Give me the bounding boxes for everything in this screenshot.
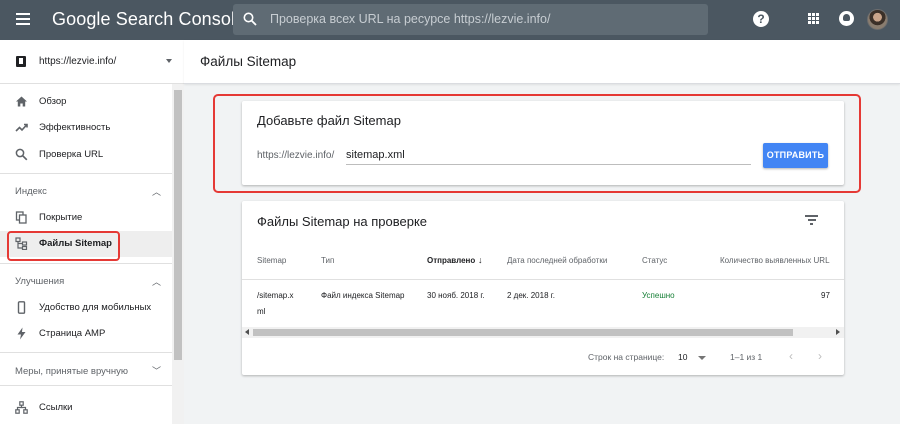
cell-discovered-urls: 97 xyxy=(821,291,830,300)
dropdown-caret-icon[interactable] xyxy=(698,356,706,360)
submitted-sitemaps-card: Файлы Sitemap на проверке Sitemap Тип От… xyxy=(242,201,844,375)
sidebar-item-label: Страница AMP xyxy=(39,328,106,339)
cell-sitemap-path[interactable]: /sitemap.x xyxy=(257,291,293,300)
row-divider xyxy=(242,279,844,280)
submitted-sitemaps-title: Файлы Sitemap на проверке xyxy=(257,214,428,229)
sidebar-item-label: Обзор xyxy=(39,96,67,107)
column-header-discovered-urls[interactable]: Количество выявленных URL xyxy=(720,256,830,265)
property-favicon-icon xyxy=(16,56,26,67)
sidebar-item-label: Эффективность xyxy=(39,122,111,133)
cell-type: Файл индекса Sitemap xyxy=(321,291,405,300)
sidebar-divider xyxy=(0,385,172,386)
cell-submitted: 30 нояб. 2018 г. xyxy=(427,291,485,300)
apps-grid-icon[interactable] xyxy=(808,13,819,24)
cell-status: Успешно xyxy=(642,291,675,300)
page-header: Файлы Sitemap xyxy=(184,40,900,84)
notifications-icon[interactable] xyxy=(839,11,854,26)
column-header-last-read[interactable]: Дата последней обработки xyxy=(507,256,607,265)
chevron-left-icon[interactable]: ‹ xyxy=(789,349,793,363)
section-header-improvements[interactable]: Улучшения xyxy=(15,276,64,287)
top-app-bar: Google Search Console Проверка всех URL … xyxy=(0,0,900,40)
dropdown-caret-icon xyxy=(166,59,172,63)
sidebar-item-links[interactable]: Ссылки xyxy=(0,395,172,421)
sidebar-item-label: Проверка URL xyxy=(39,149,104,160)
table-horizontal-scrollbar[interactable] xyxy=(242,327,844,338)
search-icon xyxy=(15,148,28,161)
search-icon xyxy=(243,12,257,26)
sidebar-divider xyxy=(0,263,172,264)
column-header-submitted[interactable]: Отправлено xyxy=(427,256,475,265)
column-header-status[interactable]: Статус xyxy=(642,256,667,265)
smartphone-icon xyxy=(17,301,26,314)
section-header-index[interactable]: Индекс xyxy=(15,186,47,197)
chevron-up-icon[interactable]: ︿ xyxy=(152,275,161,288)
sidebar-item-label: Ссылки xyxy=(39,402,73,413)
rows-per-page-select[interactable]: 10 xyxy=(678,352,687,362)
highlight-frame xyxy=(213,94,861,193)
scrollbar-thumb[interactable] xyxy=(253,329,793,336)
menu-icon[interactable] xyxy=(16,13,30,25)
cell-sitemap-path-cont[interactable]: ml xyxy=(257,307,265,316)
scroll-right-arrow-icon[interactable] xyxy=(836,329,840,335)
scrollbar-thumb[interactable] xyxy=(174,90,182,360)
sidebar-item-url-inspection[interactable]: Проверка URL xyxy=(0,142,172,168)
sort-arrow-down-icon[interactable]: ↓ xyxy=(478,255,483,265)
home-icon xyxy=(16,96,27,107)
help-icon[interactable]: ? xyxy=(753,11,769,27)
chevron-up-icon[interactable]: ︿ xyxy=(152,185,161,198)
section-header-manual-actions[interactable]: Меры, принятые вручную xyxy=(15,366,128,377)
sidebar-divider xyxy=(0,352,172,353)
url-inspection-search[interactable]: Проверка всех URL на ресурсе https://lez… xyxy=(233,4,708,35)
chevron-right-icon[interactable]: › xyxy=(818,349,822,363)
trending-icon xyxy=(15,123,28,132)
highlight-frame xyxy=(7,231,120,261)
file-copy-icon xyxy=(15,211,27,224)
bolt-icon xyxy=(17,327,26,340)
property-url: https://lezvie.info/ xyxy=(39,56,117,67)
links-icon xyxy=(15,401,28,414)
filter-icon[interactable] xyxy=(805,215,818,225)
rows-per-page-label: Строк на странице: xyxy=(588,352,665,362)
chevron-down-icon[interactable]: ﹀ xyxy=(152,364,161,377)
account-avatar[interactable] xyxy=(867,9,888,30)
sidebar-scrollbar[interactable] xyxy=(172,84,184,424)
column-header-type[interactable]: Тип xyxy=(321,256,334,265)
column-header-sitemap[interactable]: Sitemap xyxy=(257,256,286,265)
sidebar-item-label: Покрытие xyxy=(39,212,83,223)
property-selector[interactable]: https://lezvie.info/ xyxy=(0,40,184,84)
sidebar-item-label: Удобство для мобильных xyxy=(39,302,152,313)
pagination-range: 1–1 из 1 xyxy=(730,352,763,362)
sidebar-item-mobile-usability[interactable]: Удобство для мобильных xyxy=(0,295,172,321)
sidebar-divider xyxy=(0,173,172,174)
app-brand[interactable]: Google Search Console xyxy=(52,9,245,30)
sidebar-item-performance[interactable]: Эффективность xyxy=(0,115,172,141)
scroll-left-arrow-icon[interactable] xyxy=(245,329,249,335)
page-title: Файлы Sitemap xyxy=(200,54,297,69)
sidebar-item-amp[interactable]: Страница AMP xyxy=(0,321,172,347)
cell-last-read: 2 дек. 2018 г. xyxy=(507,291,555,300)
sidebar-item-coverage[interactable]: Покрытие xyxy=(0,205,172,231)
sidebar-item-overview[interactable]: Обзор xyxy=(0,89,172,115)
search-placeholder[interactable]: Проверка всех URL на ресурсе https://lez… xyxy=(270,12,550,26)
